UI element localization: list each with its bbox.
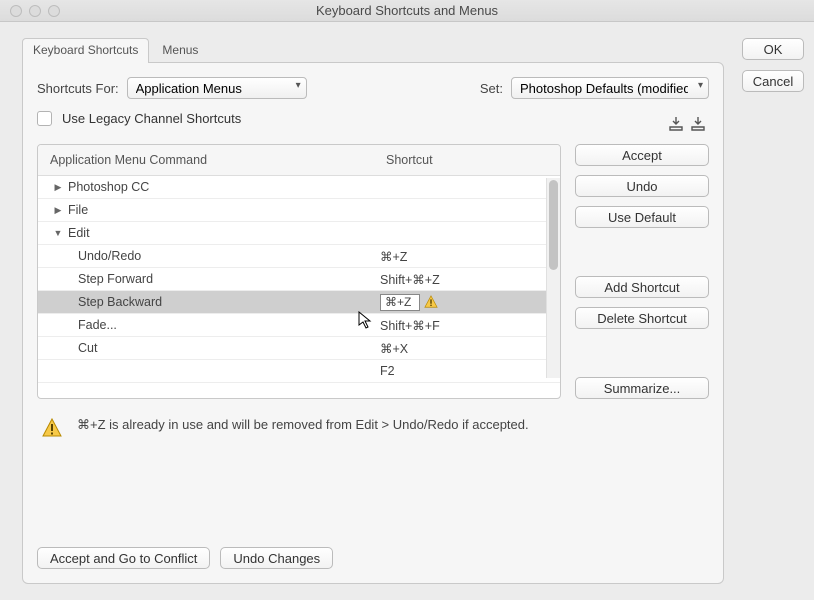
shortcut-input[interactable]: ⌘+Z	[380, 294, 420, 311]
undo-changes-button[interactable]: Undo Changes	[220, 547, 333, 569]
column-header-command[interactable]: Application Menu Command	[38, 145, 380, 175]
chevron-right-icon: ▶	[52, 205, 64, 216]
tree-group-file[interactable]: ▶File	[38, 199, 560, 222]
shortcuts-for-select[interactable]: Application Menus	[127, 77, 307, 99]
undo-button[interactable]: Undo	[575, 175, 709, 197]
tab-bar: Keyboard Shortcuts Menus	[22, 38, 724, 63]
shortcuts-table: Application Menu Command Shortcut ▶Photo…	[37, 144, 561, 399]
tree-item-fade[interactable]: Fade... Shift+⌘+F	[38, 314, 560, 337]
warning-icon	[424, 295, 438, 309]
tree-item-step-forward[interactable]: Step Forward Shift+⌘+Z	[38, 268, 560, 291]
use-default-button[interactable]: Use Default	[575, 206, 709, 228]
summarize-button[interactable]: Summarize...	[575, 377, 709, 399]
chevron-right-icon: ▶	[52, 182, 64, 193]
tree-item-undo-redo[interactable]: Undo/Redo ⌘+Z	[38, 245, 560, 268]
tab-menus[interactable]: Menus	[151, 38, 209, 63]
legacy-channel-checkbox[interactable]	[37, 111, 52, 126]
cancel-button[interactable]: Cancel	[742, 70, 804, 92]
conflict-warning-text: ⌘+Z is already in use and will be remove…	[77, 417, 529, 433]
tree-group-photoshop[interactable]: ▶Photoshop CC	[38, 176, 560, 199]
set-label: Set:	[480, 81, 503, 96]
tree-group-edit[interactable]: ▼Edit	[38, 222, 560, 245]
titlebar: Keyboard Shortcuts and Menus	[0, 0, 814, 22]
window-title: Keyboard Shortcuts and Menus	[0, 3, 814, 18]
tree-item-blank[interactable]: F2	[38, 360, 560, 383]
tab-keyboard-shortcuts[interactable]: Keyboard Shortcuts	[22, 38, 149, 63]
add-shortcut-button[interactable]: Add Shortcut	[575, 276, 709, 298]
tree-item-cut[interactable]: Cut ⌘+X	[38, 337, 560, 360]
ok-button[interactable]: OK	[742, 38, 804, 60]
save-set-icon[interactable]	[665, 114, 687, 134]
column-header-shortcut[interactable]: Shortcut	[380, 145, 560, 175]
scrollbar-thumb[interactable]	[549, 180, 558, 270]
accept-button[interactable]: Accept	[575, 144, 709, 166]
delete-shortcut-button[interactable]: Delete Shortcut	[575, 307, 709, 329]
save-set-as-icon[interactable]	[687, 114, 709, 134]
legacy-channel-label: Use Legacy Channel Shortcuts	[62, 111, 241, 126]
chevron-down-icon: ▼	[52, 228, 64, 238]
tree-item-step-backward[interactable]: Step Backward ⌘+Z	[38, 291, 560, 314]
tab-panel: Shortcuts For: Application Menus Set: Ph…	[22, 62, 724, 584]
set-select[interactable]: Photoshop Defaults (modified)	[511, 77, 709, 99]
warning-icon	[41, 417, 63, 439]
accept-go-to-conflict-button[interactable]: Accept and Go to Conflict	[37, 547, 210, 569]
scrollbar-track[interactable]	[546, 178, 560, 378]
shortcuts-for-label: Shortcuts For:	[37, 81, 119, 96]
